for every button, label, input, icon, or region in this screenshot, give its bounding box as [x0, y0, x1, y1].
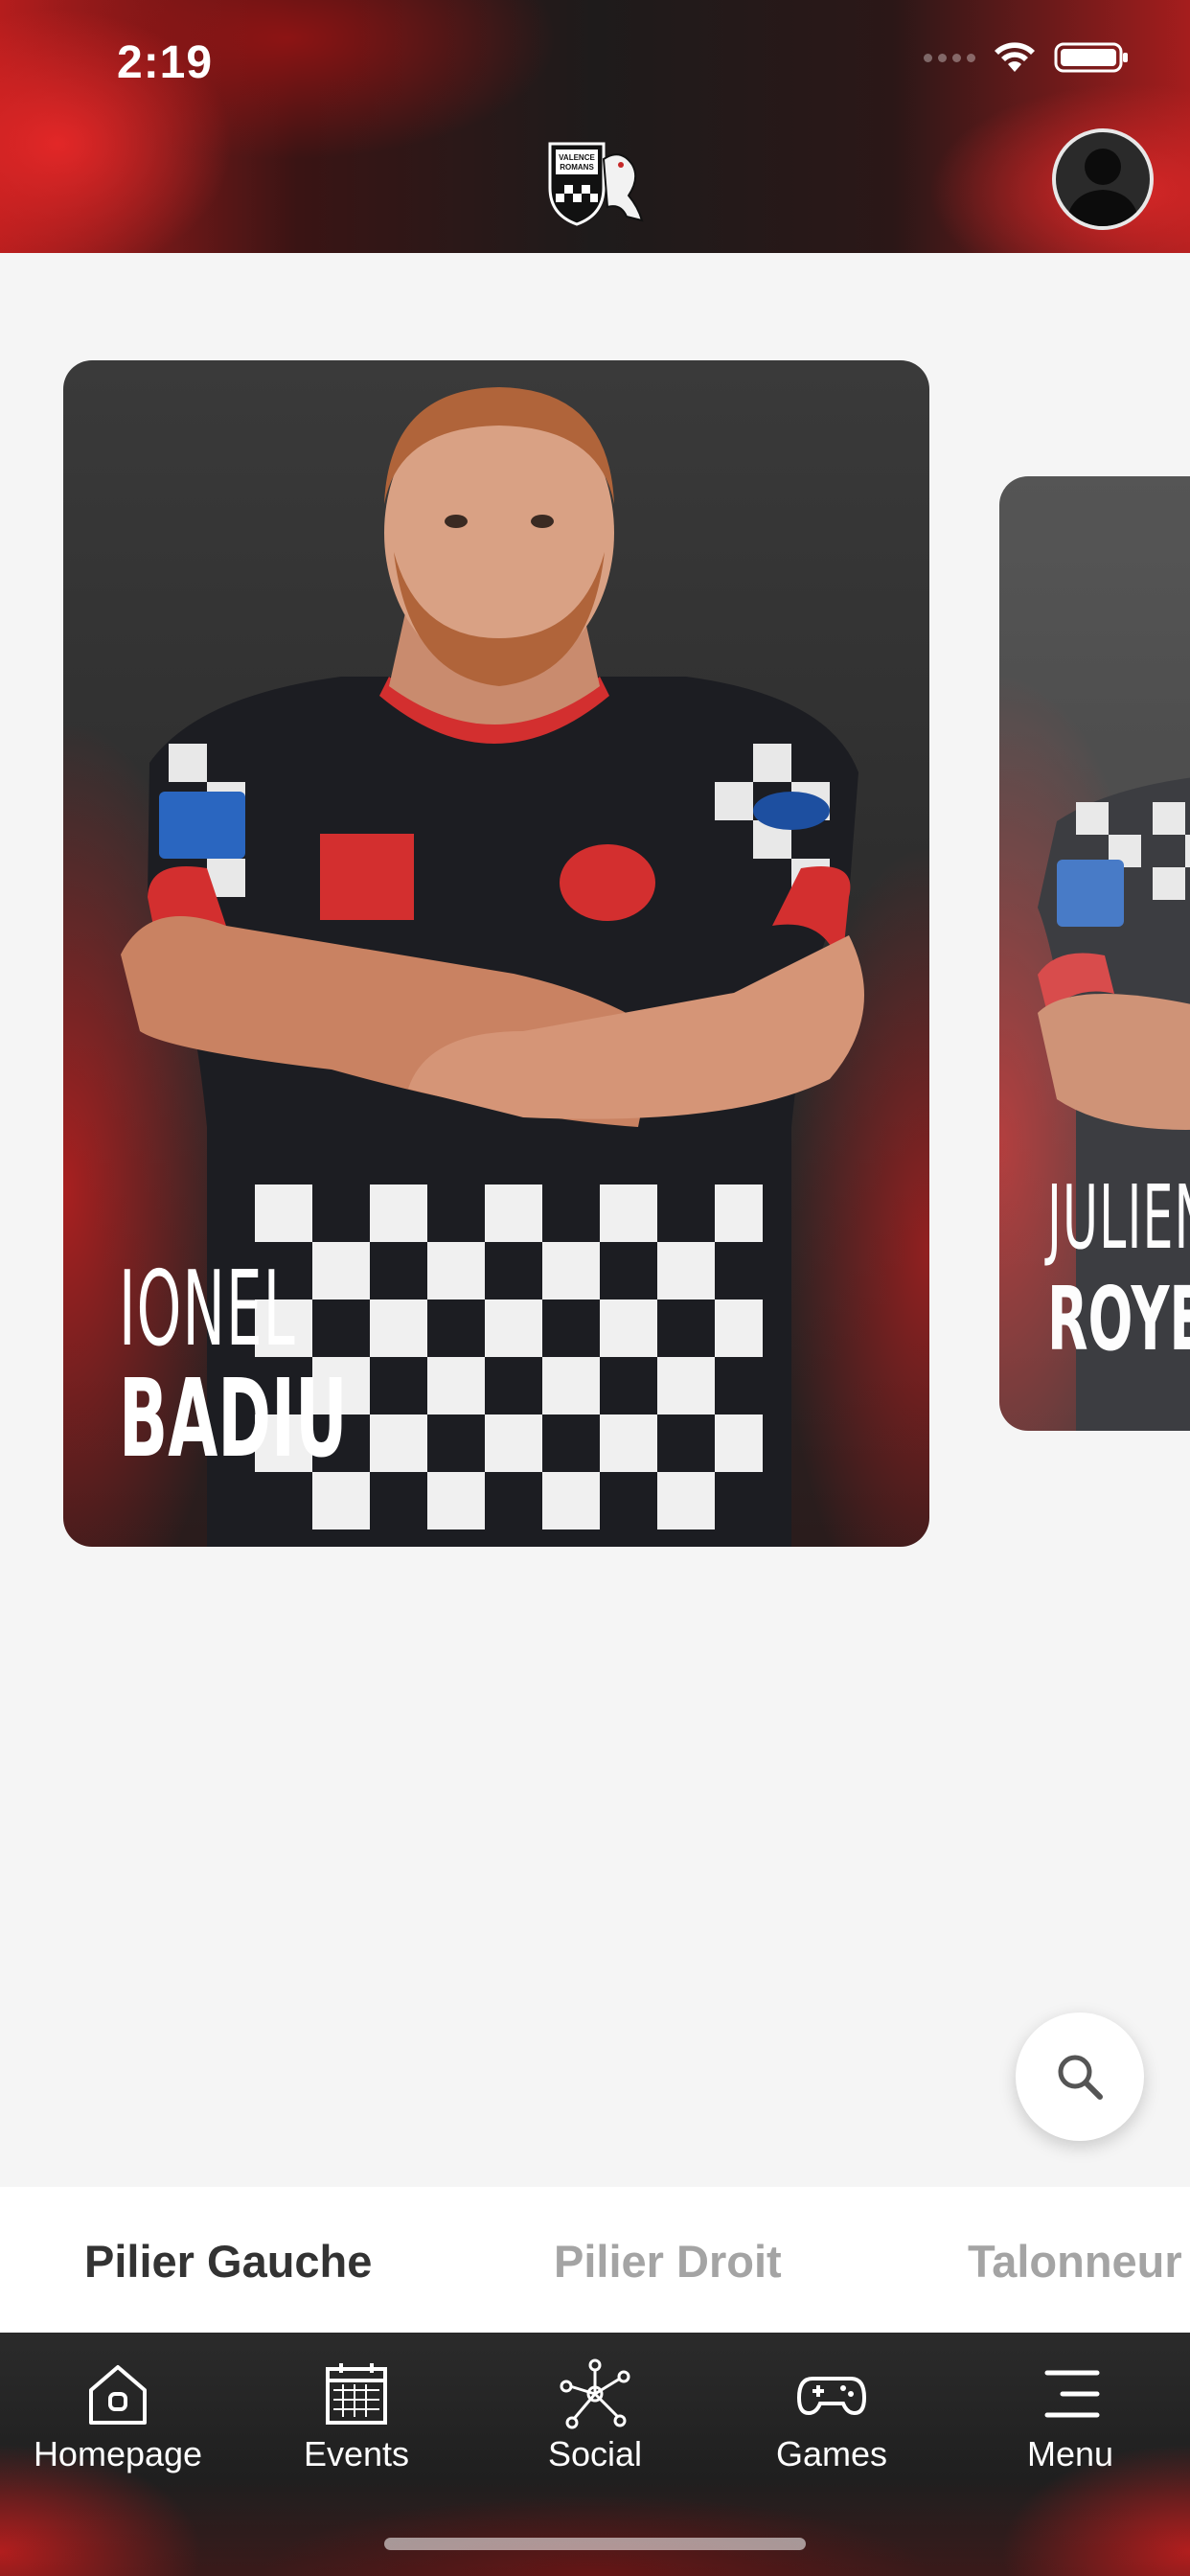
svg-text:VALENCE: VALENCE: [559, 153, 595, 162]
position-tabs: Pilier Gauche Pilier Droit Talonneur: [0, 2187, 1190, 2333]
nav-homepage[interactable]: Homepage: [12, 2358, 223, 2474]
player-first-name: JULIEN: [1047, 1166, 1190, 1269]
user-avatar-icon[interactable]: [1052, 128, 1154, 230]
nav-social[interactable]: Social: [490, 2358, 700, 2474]
player-first-name: IONEL: [119, 1250, 296, 1369]
player-last-name: BADIU: [119, 1357, 348, 1482]
app-header: 2:19 VALENCE ROMANS: [0, 0, 1190, 253]
wifi-icon: [995, 42, 1035, 72]
search-button[interactable]: [1016, 2012, 1144, 2141]
nav-events[interactable]: Events: [251, 2358, 462, 2474]
status-time: 2:19: [117, 37, 214, 88]
nav-label: Menu: [1026, 2434, 1114, 2473]
svg-text:ROMANS: ROMANS: [560, 163, 594, 172]
search-icon: [1058, 2055, 1103, 2100]
home-icon: [89, 2365, 147, 2425]
signal-icon: [924, 53, 975, 62]
menu-icon: [1044, 2370, 1100, 2418]
nav-label: Events: [303, 2434, 410, 2473]
nav-label: Homepage: [33, 2434, 203, 2473]
player-last-name: ROYE: [1047, 1268, 1190, 1370]
network-icon: [560, 2358, 630, 2429]
calendar-icon: [326, 2363, 387, 2425]
valence-romans-logo: VALENCE ROMANS: [548, 142, 644, 226]
tab-pilier-droit[interactable]: Pilier Droit: [554, 2235, 782, 2288]
nav-menu[interactable]: Menu: [965, 2358, 1176, 2474]
player-card[interactable]: IONEL BADIU: [63, 360, 929, 1547]
gamepad-icon: [796, 2377, 867, 2416]
nav-label: Social: [547, 2434, 643, 2473]
battery-icon: [1054, 42, 1128, 73]
person-silhouette-icon: [1065, 149, 1140, 226]
tab-pilier-gauche[interactable]: Pilier Gauche: [84, 2235, 372, 2288]
player-card[interactable]: JULIEN ROYE: [999, 476, 1190, 1431]
nav-games[interactable]: Games: [726, 2358, 937, 2474]
status-icons: [924, 40, 1131, 75]
nav-label: Games: [775, 2434, 888, 2473]
tab-talonneur[interactable]: Talonneur: [968, 2235, 1182, 2288]
home-indicator: [384, 2538, 806, 2550]
